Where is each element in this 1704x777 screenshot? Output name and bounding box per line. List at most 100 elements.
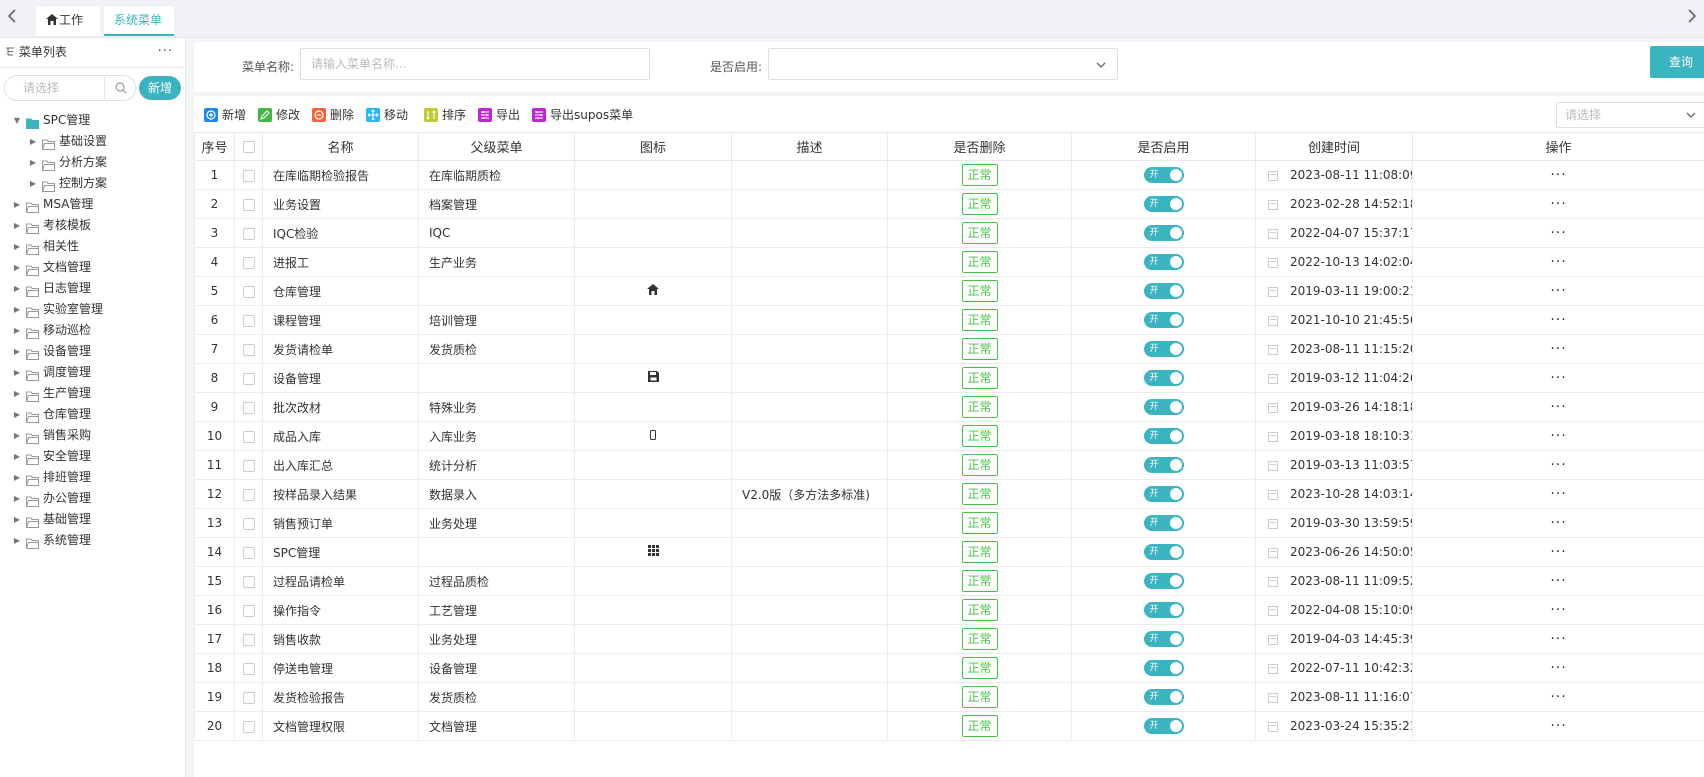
enabled-toggle[interactable]: 开 <box>1143 631 1184 647</box>
header-checkbox[interactable] <box>234 132 263 161</box>
more-actions-icon[interactable]: ··· <box>1550 167 1566 183</box>
enabled-toggle[interactable]: 开 <box>1143 167 1184 183</box>
tab-system-menu[interactable]: 系统菜单 <box>104 6 174 36</box>
more-actions-icon[interactable]: ··· <box>1550 254 1566 270</box>
tree-item[interactable]: ▶ 分析方案 <box>0 152 186 173</box>
row-checkbox-cell[interactable] <box>234 711 263 741</box>
caret-right-icon[interactable]: ▶ <box>12 425 22 446</box>
tree-item[interactable]: ▼ SPC管理 <box>0 110 186 131</box>
enabled-toggle[interactable]: 开 <box>1143 718 1184 734</box>
row-checkbox[interactable] <box>242 256 255 269</box>
row-checkbox-cell[interactable] <box>234 218 263 248</box>
table-row[interactable]: 18 停送电管理 设备管理 正常 开 2022-07-11 10:42:32 ··· <box>194 653 1704 683</box>
row-checkbox-cell[interactable] <box>234 160 263 190</box>
caret-right-icon[interactable]: ▶ <box>28 131 38 152</box>
row-checkbox[interactable] <box>242 343 255 356</box>
caret-right-icon[interactable]: ▶ <box>12 362 22 383</box>
header-icon[interactable]: 图标 <box>574 132 732 161</box>
row-checkbox[interactable] <box>242 691 255 704</box>
header-deleted[interactable]: 是否删除 <box>887 132 1072 161</box>
row-checkbox[interactable] <box>242 169 255 182</box>
caret-right-icon[interactable]: ▶ <box>12 299 22 320</box>
table-row[interactable]: 1 在库临期检验报告 在库临期质检 正常 开 2023-08-11 11:08:09 ··· <box>194 160 1704 190</box>
more-actions-icon[interactable]: ··· <box>1550 544 1566 560</box>
tree-item[interactable]: ▶ 销售采购 <box>0 425 186 446</box>
row-checkbox-cell[interactable] <box>234 653 263 683</box>
enabled-toggle[interactable]: 开 <box>1143 254 1184 270</box>
caret-right-icon[interactable]: ▶ <box>12 383 22 404</box>
enabled-toggle[interactable]: 开 <box>1143 283 1184 299</box>
caret-right-icon[interactable]: ▶ <box>28 173 38 194</box>
tree-item[interactable]: ▶ 移动巡检 <box>0 320 186 341</box>
header-desc[interactable]: 描述 <box>731 132 888 161</box>
delete-button[interactable]: 删除 <box>312 106 354 124</box>
row-checkbox[interactable] <box>242 430 255 443</box>
row-checkbox-cell[interactable] <box>234 537 263 567</box>
table-row[interactable]: 13 销售预订单 业务处理 正常 开 2019-03-30 13:59:59 ··· <box>194 508 1704 538</box>
header-enabled[interactable]: 是否启用 <box>1071 132 1256 161</box>
table-row[interactable]: 14 SPC管理 正常 开 2023-06-26 14:50:05 ··· <box>194 537 1704 567</box>
more-actions-icon[interactable]: ··· <box>1550 515 1566 531</box>
menu-name-input[interactable]: 请输入菜单名称... <box>300 48 650 80</box>
caret-right-icon[interactable]: ▶ <box>12 215 22 236</box>
caret-right-icon[interactable]: ▶ <box>12 509 22 530</box>
enabled-toggle[interactable]: 开 <box>1143 428 1184 444</box>
tree-item[interactable]: ▶ 调度管理 <box>0 362 186 383</box>
sidebar-search-input[interactable] <box>23 76 123 100</box>
enabled-toggle[interactable]: 开 <box>1143 196 1184 212</box>
enabled-toggle[interactable]: 开 <box>1143 312 1184 328</box>
caret-right-icon[interactable]: ▶ <box>12 467 22 488</box>
tree-item[interactable]: ▶ 系统管理 <box>0 530 186 551</box>
enabled-toggle[interactable]: 开 <box>1143 573 1184 589</box>
enabled-select[interactable] <box>768 48 1118 80</box>
table-row[interactable]: 3 IQC检验 IQC 正常 开 2022-04-07 15:37:17 ··· <box>194 218 1704 248</box>
tree-item[interactable]: ▶ 基础管理 <box>0 509 186 530</box>
row-checkbox[interactable] <box>242 633 255 646</box>
row-checkbox[interactable] <box>242 488 255 501</box>
more-actions-icon[interactable]: ··· <box>1550 718 1566 734</box>
query-button[interactable]: 查询 <box>1650 46 1704 78</box>
more-icon[interactable]: ··· <box>158 38 173 66</box>
caret-right-icon[interactable]: ▶ <box>12 404 22 425</box>
row-checkbox-cell[interactable] <box>234 595 263 625</box>
table-row[interactable]: 7 发货请检单 发货质检 正常 开 2023-08-11 11:15:20 ··· <box>194 334 1704 364</box>
more-actions-icon[interactable]: ··· <box>1550 370 1566 386</box>
row-checkbox[interactable] <box>242 662 255 675</box>
enabled-toggle[interactable]: 开 <box>1143 486 1184 502</box>
tree-item[interactable]: ▶ 生产管理 <box>0 383 186 404</box>
sort-button[interactable]: 排序 <box>424 106 466 124</box>
tree-item[interactable]: ▶ MSA管理 <box>0 194 186 215</box>
caret-right-icon[interactable]: ▶ <box>12 194 22 215</box>
select-all-checkbox[interactable] <box>242 140 255 153</box>
enabled-toggle[interactable]: 开 <box>1143 341 1184 357</box>
row-checkbox-cell[interactable] <box>234 421 263 451</box>
more-actions-icon[interactable]: ··· <box>1550 399 1566 415</box>
row-checkbox[interactable] <box>242 546 255 559</box>
enabled-toggle[interactable]: 开 <box>1143 399 1184 415</box>
tree-item[interactable]: ▶ 设备管理 <box>0 341 186 362</box>
caret-right-icon[interactable]: ▶ <box>12 530 22 551</box>
tree-item[interactable]: ▶ 相关性 <box>0 236 186 257</box>
toolbar-select[interactable]: 请选择 <box>1556 102 1704 128</box>
table-row[interactable]: 5 仓库管理 正常 开 2019-03-11 19:00:21 ··· <box>194 276 1704 306</box>
enabled-toggle[interactable]: 开 <box>1143 515 1184 531</box>
row-checkbox[interactable] <box>242 285 255 298</box>
tree-item[interactable]: ▶ 仓库管理 <box>0 404 186 425</box>
more-actions-icon[interactable]: ··· <box>1550 225 1566 241</box>
caret-right-icon[interactable]: ▶ <box>12 320 22 341</box>
table-row[interactable]: 6 课程管理 培训管理 正常 开 2021-10-10 21:45:56 ··· <box>194 305 1704 335</box>
more-actions-icon[interactable]: ··· <box>1550 341 1566 357</box>
caret-right-icon[interactable]: ▶ <box>12 257 22 278</box>
more-actions-icon[interactable]: ··· <box>1550 486 1566 502</box>
more-actions-icon[interactable]: ··· <box>1550 602 1566 618</box>
row-checkbox[interactable] <box>242 720 255 733</box>
row-checkbox-cell[interactable] <box>234 363 263 393</box>
table-row[interactable]: 4 进报工 生产业务 正常 开 2022-10-13 14:02:04 ··· <box>194 247 1704 277</box>
tree-item[interactable]: ▶ 安全管理 <box>0 446 186 467</box>
export-button[interactable]: 导出 <box>478 106 520 124</box>
row-checkbox[interactable] <box>242 575 255 588</box>
row-checkbox[interactable] <box>242 198 255 211</box>
row-checkbox-cell[interactable] <box>234 508 263 538</box>
caret-right-icon[interactable]: ▶ <box>12 278 22 299</box>
row-checkbox-cell[interactable] <box>234 305 263 335</box>
